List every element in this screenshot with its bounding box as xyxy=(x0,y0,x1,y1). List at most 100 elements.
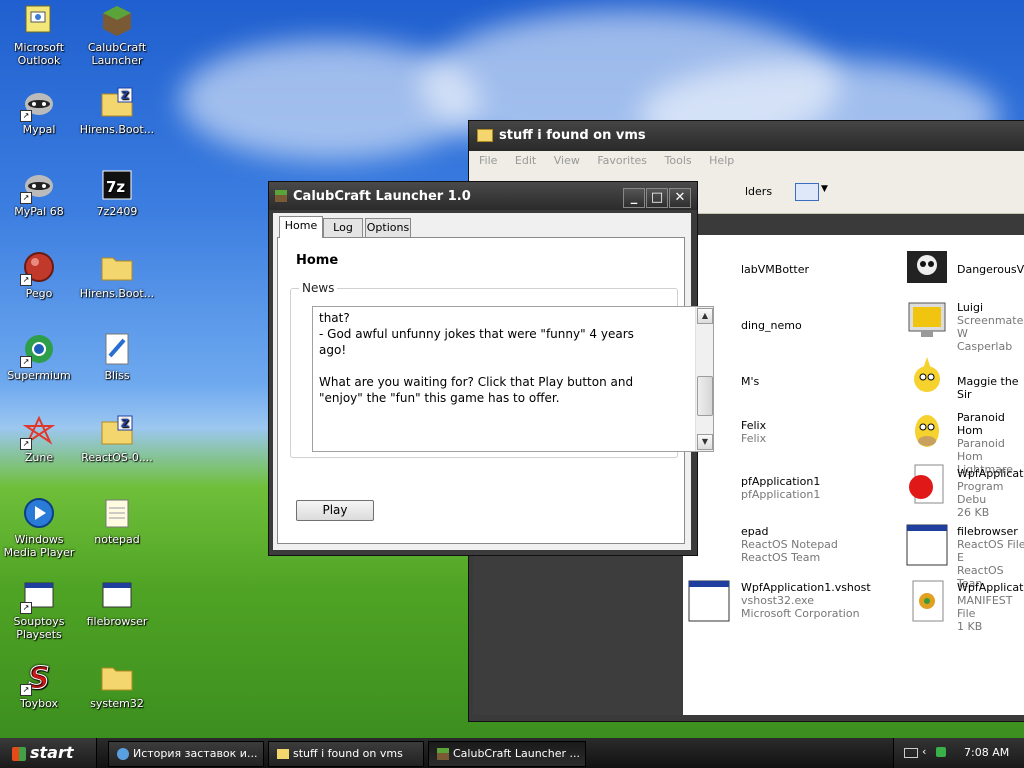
taskbar-button-screensavers[interactable]: История заставок и... xyxy=(108,741,264,767)
menu-help[interactable]: Help xyxy=(709,154,734,167)
launcher-window[interactable]: CalubCraft Launcher 1.0 _ □ ✕ Home Log O… xyxy=(268,181,714,556)
desktop-icon-zune[interactable]: ↗ Zune xyxy=(0,414,78,464)
file-item[interactable]: epad ReactOS Notepad ReactOS Team xyxy=(741,525,838,564)
desktop-icon-wmp[interactable]: Windows Media Player xyxy=(0,496,78,559)
folder-icon xyxy=(100,660,134,694)
file-item[interactable]: ding_nemo xyxy=(741,319,802,332)
taskbar-button-explorer[interactable]: stuff i found on vms xyxy=(268,741,424,767)
file-item[interactable]: M's xyxy=(741,375,759,388)
desktop-icon-mypal[interactable]: ↗ Mypal xyxy=(0,86,78,136)
notepad-icon xyxy=(100,496,134,530)
folders-button[interactable]: lders xyxy=(745,185,772,198)
desktop-icon-toybox[interactable]: S ↗ Toybox xyxy=(0,660,78,710)
news-scrollbar[interactable]: ▲ ▼ xyxy=(695,307,713,451)
manifest-file-icon xyxy=(905,579,949,623)
keyboard-icon[interactable] xyxy=(904,748,918,758)
raccoon-icon: ↗ xyxy=(20,168,56,204)
file-item[interactable]: DangerousViru xyxy=(957,263,1024,276)
menu-edit[interactable]: Edit xyxy=(515,154,536,167)
maximize-button[interactable]: □ xyxy=(646,188,668,208)
chevron-down-icon[interactable]: ▼ xyxy=(821,184,828,194)
taskbar: start История заставок и... stuff i foun… xyxy=(0,738,1024,768)
desktop-icon-notepad[interactable]: notepad xyxy=(78,496,156,546)
desktop-icon-label: ReactOS-0.... xyxy=(81,451,153,464)
launcher-title: CalubCraft Launcher 1.0 xyxy=(293,189,471,204)
desktop-icon-system32[interactable]: system32 xyxy=(78,660,156,710)
debug-file-icon xyxy=(905,463,949,507)
folder-icon xyxy=(477,129,493,142)
shortcut-arrow-icon: ↗ xyxy=(20,274,32,286)
maggie-icon xyxy=(905,355,949,399)
desktop-icon-souptoys[interactable]: ↗ Souptoys Playsets xyxy=(0,578,78,641)
homer-icon xyxy=(905,409,949,453)
window-app-icon xyxy=(100,578,134,612)
menu-favorites[interactable]: Favorites xyxy=(597,154,647,167)
desktop-icon-pego[interactable]: ↗ Pego xyxy=(0,250,78,300)
system-tray: ‹ 7:08 AM xyxy=(893,738,1024,768)
scroll-down-button[interactable]: ▼ xyxy=(697,434,713,450)
desktop-icon-7z[interactable]: 7z 7z2409 xyxy=(78,168,156,218)
news-textbox[interactable]: that? - God awful unfunny jokes that wer… xyxy=(312,306,714,452)
desktop-icon-label: Souptoys Playsets xyxy=(13,615,65,641)
desktop-icon-label: Supermium xyxy=(7,369,71,382)
tab-home[interactable]: Home xyxy=(279,216,323,238)
folder-icon xyxy=(277,749,289,759)
file-item[interactable]: Felix Felix xyxy=(741,419,766,445)
desktop-icon-label: Zune xyxy=(24,451,54,464)
desktop-icon-calubcraft[interactable]: CalubCraft Launcher xyxy=(78,4,156,67)
pego-icon: ↗ xyxy=(20,250,56,286)
luigi-monitor-icon xyxy=(905,299,949,343)
shortcut-arrow-icon: ↗ xyxy=(20,602,32,614)
view-menu-icon[interactable] xyxy=(795,183,819,201)
tab-options[interactable]: Options xyxy=(365,218,411,237)
menu-tools[interactable]: Tools xyxy=(665,154,692,167)
desktop: Microsoft Outlook ↗ Mypal ↗ MyPal 68 ↗ P… xyxy=(0,0,1024,738)
desktop-icon-bliss[interactable]: Bliss xyxy=(78,332,156,382)
file-item[interactable]: labVMBotter xyxy=(741,263,809,276)
desktop-icon-label: 7z2409 xyxy=(96,205,138,218)
supermium-icon: ↗ xyxy=(20,332,56,368)
desktop-icon-label: filebrowser xyxy=(86,615,148,628)
desktop-icon-supermium[interactable]: ↗ Supermium xyxy=(0,332,78,382)
file-item[interactable]: WpfApplication1.vshost vshost32.exe Micros… xyxy=(741,581,871,620)
grass-block-icon xyxy=(275,190,287,202)
chevron-left-icon[interactable]: ‹ xyxy=(922,745,926,758)
app-icon xyxy=(117,748,129,760)
desktop-icon-filebrowser[interactable]: filebrowser xyxy=(78,578,156,628)
window-app-icon xyxy=(687,579,731,623)
tab-log[interactable]: Log xyxy=(323,218,363,237)
folder-icon xyxy=(100,250,134,284)
file-item[interactable]: Maggie the Sir xyxy=(957,375,1024,401)
page-title: Home xyxy=(296,253,339,268)
grass-block-icon xyxy=(100,4,134,38)
start-button[interactable]: start xyxy=(0,738,97,768)
scroll-up-button[interactable]: ▲ xyxy=(697,308,713,324)
desktop-icon-hirens1[interactable]: Z Hirens.Boot... xyxy=(78,86,156,136)
7zip-icon: 7z xyxy=(100,168,134,202)
menu-view[interactable]: View xyxy=(554,154,580,167)
play-button[interactable]: Play xyxy=(296,500,374,521)
file-item[interactable]: pfApplication1 pfApplication1 xyxy=(741,475,820,501)
svg-text:7z: 7z xyxy=(106,178,125,196)
taskbar-button-launcher[interactable]: CalubCraft Launcher ... xyxy=(428,741,586,767)
desktop-icon-label: Windows Media Player xyxy=(3,533,75,559)
desktop-icon-mypal68[interactable]: ↗ MyPal 68 xyxy=(0,168,78,218)
outlook-icon xyxy=(22,4,56,38)
desktop-icon-label: Microsoft Outlook xyxy=(13,41,65,67)
news-label: News xyxy=(299,281,338,295)
desktop-icon-label: Mypal xyxy=(22,123,56,136)
scroll-thumb[interactable] xyxy=(697,376,713,417)
close-button[interactable]: ✕ xyxy=(669,188,691,208)
file-item[interactable]: WpfApplicatioProgram Debu26 KB xyxy=(957,467,1024,519)
file-item[interactable]: Luigi Screenmate W Casperlab xyxy=(957,301,1024,353)
menu-file[interactable]: File xyxy=(479,154,497,167)
explorer-titlebar[interactable]: stuff i found on vms xyxy=(469,121,1024,151)
start-label: start xyxy=(30,743,74,762)
network-icon[interactable] xyxy=(936,747,946,757)
launcher-titlebar[interactable]: CalubCraft Launcher 1.0 _ □ ✕ xyxy=(269,182,697,210)
desktop-icon-hirens2[interactable]: Hirens.Boot... xyxy=(78,250,156,300)
minimize-button[interactable]: _ xyxy=(623,188,645,208)
file-item[interactable]: WpfApplicatioMANIFEST File1 KB xyxy=(957,581,1024,633)
desktop-icon-outlook[interactable]: Microsoft Outlook xyxy=(0,4,78,67)
desktop-icon-reactos[interactable]: Z ReactOS-0.... xyxy=(78,414,156,464)
